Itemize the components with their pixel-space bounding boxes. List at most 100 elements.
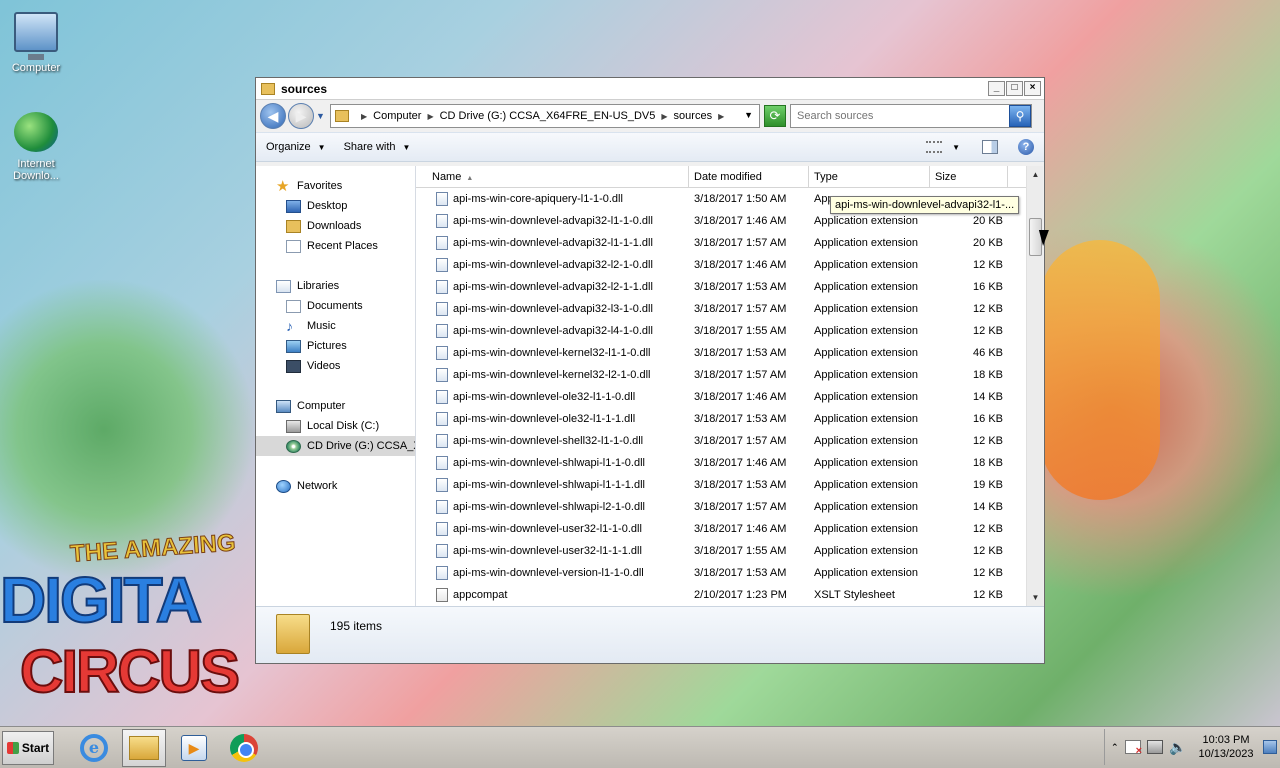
search-icon: ⚲: [1015, 109, 1025, 123]
nav-item-pictures[interactable]: Pictures: [256, 336, 415, 356]
nav-item-cd-drive[interactable]: CD Drive (G:) CCSA_X: [256, 436, 415, 456]
file-row[interactable]: api-ms-win-downlevel-advapi32-l2-1-1.dll…: [416, 276, 1026, 298]
taskbar-app-internet-explorer[interactable]: e: [72, 729, 116, 767]
file-name: appcompat: [453, 589, 508, 601]
file-type: Application extension: [814, 501, 918, 513]
nav-item-local-disk[interactable]: Local Disk (C:): [256, 416, 415, 436]
recent-pages-dropdown[interactable]: ▼: [316, 111, 326, 121]
file-name: api-ms-win-downlevel-advapi32-l1-1-0.dll: [453, 215, 653, 227]
nav-item-libraries[interactable]: Libraries: [256, 276, 415, 296]
change-view-icon[interactable]: [926, 141, 943, 153]
folder-icon: [335, 110, 349, 122]
column-header-date-modified[interactable]: Date modified: [689, 166, 809, 188]
file-size: 12 KB: [973, 545, 1003, 557]
address-dropdown-icon[interactable]: ▼: [744, 110, 753, 120]
file-row[interactable]: api-ms-win-downlevel-ole32-l1-1-0.dll 3/1…: [416, 386, 1026, 408]
file-row[interactable]: api-ms-win-downlevel-user32-l1-1-1.dll 3/…: [416, 540, 1026, 562]
file-size: 16 KB: [973, 413, 1003, 425]
nav-item-recent-places[interactable]: Recent Places: [256, 236, 415, 256]
action-center-icon[interactable]: [1125, 740, 1142, 757]
nav-item-favorites[interactable]: ★ Favorites: [256, 176, 415, 196]
clock-date: 10/13/2023: [1198, 748, 1254, 760]
maximize-button[interactable]: □: [1006, 81, 1023, 96]
dll-file-icon: [436, 456, 448, 470]
file-row[interactable]: api-ms-win-downlevel-ole32-l1-1-1.dll 3/1…: [416, 408, 1026, 430]
search-button[interactable]: ⚲: [1009, 105, 1031, 127]
file-row[interactable]: api-ms-win-downlevel-kernel32-l2-1-0.dll…: [416, 364, 1026, 386]
column-header-size[interactable]: Size: [930, 166, 1008, 188]
file-row[interactable]: api-ms-win-downlevel-advapi32-l2-1-0.dll…: [416, 254, 1026, 276]
close-button[interactable]: ×: [1024, 81, 1041, 96]
file-name-cell: api-ms-win-downlevel-ole32-l1-1-0.dll: [416, 390, 689, 404]
column-header-name[interactable]: Name ▲: [416, 166, 689, 188]
desktop-icon-computer[interactable]: Computer: [4, 12, 68, 74]
file-date: 3/18/2017 1:53 AM: [694, 479, 787, 491]
file-row[interactable]: api-ms-win-downlevel-advapi32-l4-1-0.dll…: [416, 320, 1026, 342]
back-button[interactable]: ◀: [260, 103, 286, 129]
start-button[interactable]: Start: [2, 730, 54, 765]
scroll-up-arrow-icon[interactable]: ▲: [1027, 166, 1044, 183]
chevron-right-icon[interactable]: ▶: [661, 112, 667, 121]
nav-item-desktop[interactable]: Desktop: [256, 196, 415, 216]
chevron-down-icon: ▼: [317, 142, 326, 152]
chevron-right-icon[interactable]: ▶: [427, 112, 433, 121]
nav-item-network[interactable]: Network: [256, 476, 415, 496]
file-row[interactable]: api-ms-win-downlevel-shell32-l1-1-0.dll 3…: [416, 430, 1026, 452]
address-bar[interactable]: ▶ Computer ▶ CD Drive (G:) CCSA_X64FRE_E…: [330, 104, 760, 128]
taskbar-app-chrome[interactable]: [222, 729, 266, 767]
title-bar[interactable]: sources _ □ ×: [256, 78, 1044, 100]
file-row[interactable]: api-ms-win-downlevel-shlwapi-l1-1-0.dll 3…: [416, 452, 1026, 474]
file-date: 2/10/2017 1:23 PM: [694, 589, 787, 601]
command-bar: Organize ▼ Share with ▼ ▼ ?: [256, 132, 1044, 162]
view-options-dropdown-icon[interactable]: ▼: [952, 143, 960, 152]
file-size: 12 KB: [973, 567, 1003, 579]
preview-pane-icon[interactable]: [982, 140, 998, 154]
file-name-cell: api-ms-win-downlevel-ole32-l1-1-1.dll: [416, 412, 689, 426]
breadcrumb-item-computer[interactable]: Computer: [373, 110, 421, 122]
show-desktop-button[interactable]: [1263, 740, 1277, 754]
clock[interactable]: 10:03 PM 10/13/2023: [1195, 733, 1257, 761]
breadcrumb-item-cd-drive[interactable]: CD Drive (G:) CCSA_X64FRE_EN-US_DV5: [440, 110, 656, 122]
desktop-icon-internet-download-manager[interactable]: Internet Downlo...: [4, 112, 68, 182]
forward-button[interactable]: ▶: [288, 103, 314, 129]
file-row[interactable]: api-ms-win-downlevel-kernel32-l1-1-0.dll…: [416, 342, 1026, 364]
column-header-type[interactable]: Type: [809, 166, 930, 188]
file-name: api-ms-win-downlevel-kernel32-l2-1-0.dll: [453, 369, 651, 381]
file-row[interactable]: appcompat 2/10/2017 1:23 PM XSLT Styleshee…: [416, 584, 1026, 606]
file-name: api-ms-win-downlevel-ole32-l1-1-1.dll: [453, 413, 636, 425]
chevron-right-icon[interactable]: ▶: [361, 112, 367, 121]
organize-button[interactable]: Organize ▼: [266, 141, 326, 153]
nav-item-videos[interactable]: Videos: [256, 356, 415, 376]
chevron-right-icon[interactable]: ▶: [718, 112, 724, 121]
file-row[interactable]: api-ms-win-downlevel-shlwapi-l1-1-1.dll 3…: [416, 474, 1026, 496]
nav-item-computer[interactable]: Computer: [256, 396, 415, 416]
file-row[interactable]: api-ms-win-downlevel-user32-l1-1-0.dll 3/…: [416, 518, 1026, 540]
file-name: api-ms-win-downlevel-user32-l1-1-0.dll: [453, 523, 642, 535]
refresh-button[interactable]: ⟳: [764, 105, 786, 127]
dll-file-icon: [436, 522, 448, 536]
nav-item-documents[interactable]: Documents: [256, 296, 415, 316]
file-row[interactable]: api-ms-win-downlevel-shlwapi-l2-1-0.dll 3…: [416, 496, 1026, 518]
breadcrumb-item-sources[interactable]: sources: [674, 110, 713, 122]
show-hidden-icons-button[interactable]: ⌃: [1111, 742, 1125, 753]
file-row[interactable]: api-ms-win-downlevel-advapi32-l1-1-1.dll…: [416, 232, 1026, 254]
help-icon[interactable]: ?: [1018, 139, 1034, 155]
nav-item-music[interactable]: ♪ Music: [256, 316, 415, 336]
taskbar-app-windows-explorer[interactable]: [122, 728, 166, 767]
file-name-cell: api-ms-win-downlevel-advapi32-l1-1-0.dll: [416, 214, 689, 228]
videos-icon: [286, 359, 301, 373]
scroll-down-arrow-icon[interactable]: ▼: [1027, 589, 1044, 606]
search-input[interactable]: [791, 106, 1009, 126]
nav-item-label: Libraries: [297, 280, 340, 292]
file-size: 12 KB: [973, 303, 1003, 315]
nav-item-label: Favorites: [297, 180, 343, 192]
file-row[interactable]: api-ms-win-downlevel-version-l1-1-0.dll 3…: [416, 562, 1026, 584]
file-row[interactable]: api-ms-win-downlevel-advapi32-l3-1-0.dll…: [416, 298, 1026, 320]
share-with-button[interactable]: Share with ▼: [344, 141, 411, 153]
nav-item-downloads[interactable]: Downloads: [256, 216, 415, 236]
volume-icon[interactable]: 🔈: [1169, 740, 1186, 754]
taskbar-app-media-player[interactable]: ▶: [172, 729, 216, 767]
minimize-button[interactable]: _: [988, 81, 1005, 96]
dll-file-icon: [436, 324, 448, 338]
network-status-icon[interactable]: [1147, 740, 1163, 754]
